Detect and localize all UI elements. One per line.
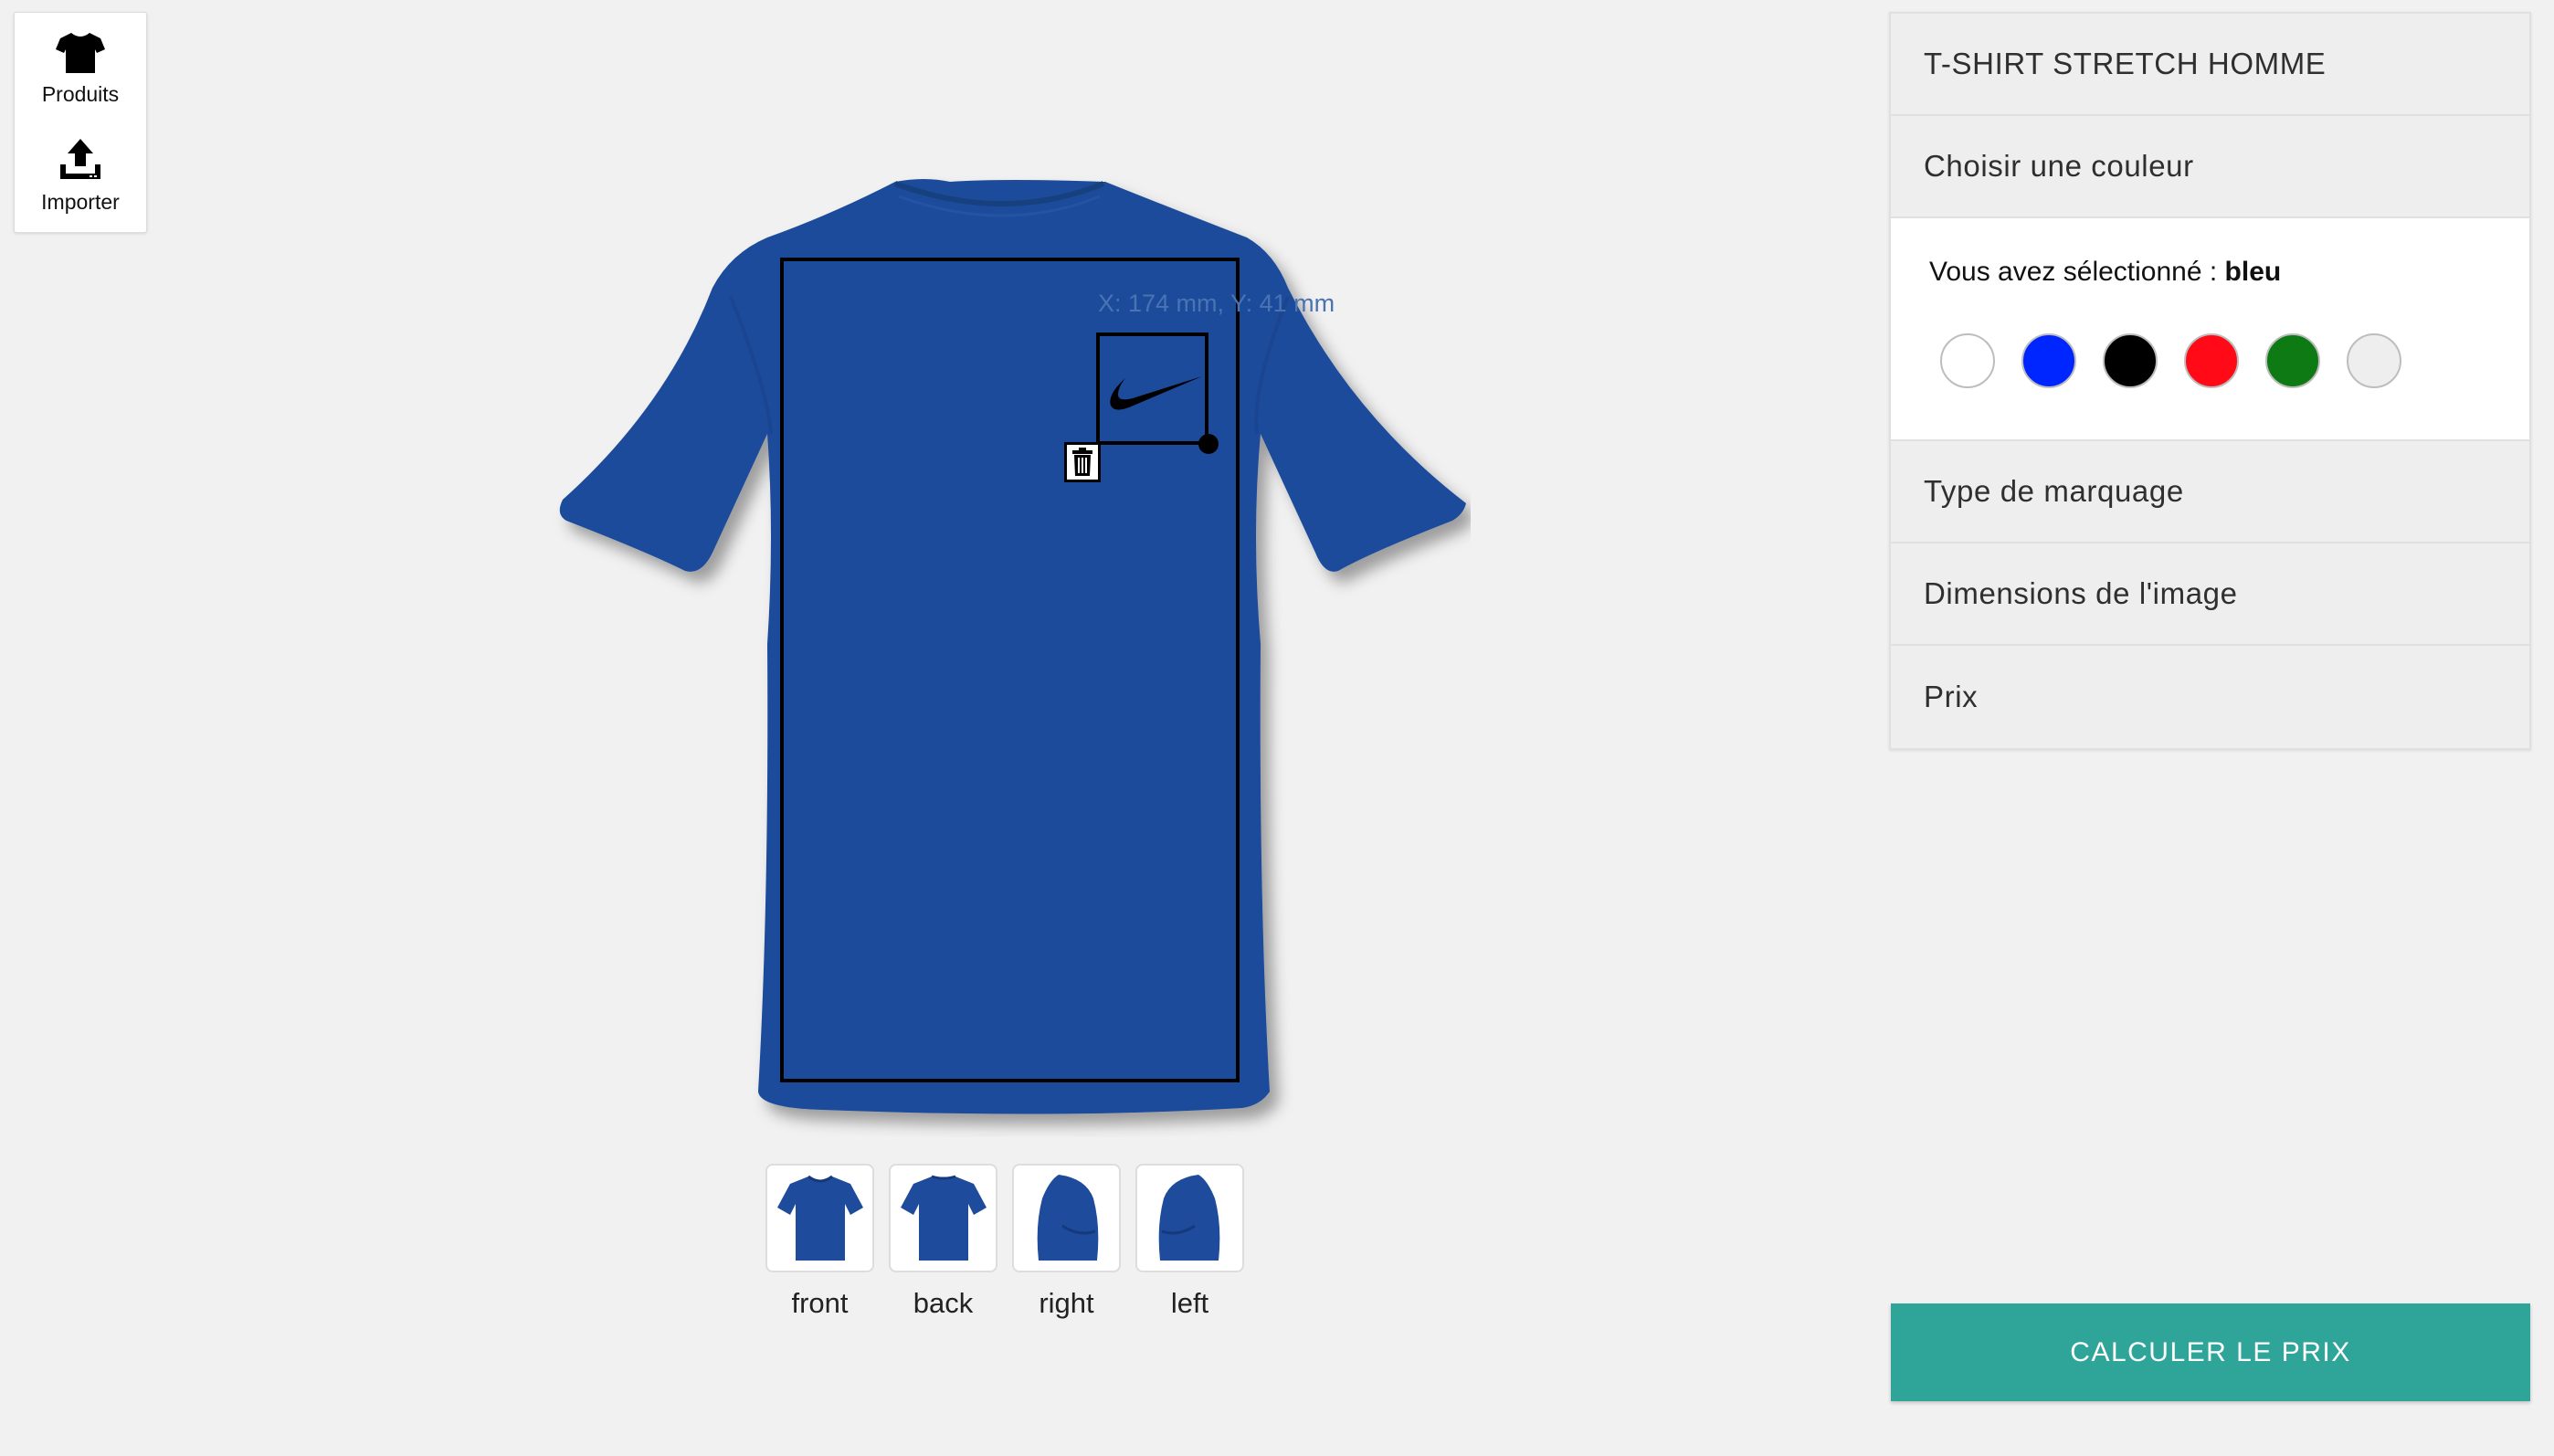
- view-front-label: front: [791, 1287, 849, 1319]
- logo-selection-box[interactable]: [1096, 332, 1208, 445]
- trash-icon: [1072, 448, 1092, 476]
- tool-sidebar: Produits Importer: [14, 12, 147, 233]
- view-left-thumbnail[interactable]: [1135, 1164, 1244, 1272]
- logo-position-label: X: 174 mm, Y: 41 mm: [1098, 290, 1335, 317]
- swatch-red[interactable]: [2184, 333, 2239, 388]
- selected-color-value: bleu: [2224, 257, 2282, 287]
- swatch-black[interactable]: [2103, 333, 2158, 388]
- tshirt-right-icon: [1037, 1174, 1098, 1261]
- product-title[interactable]: T-SHIRT STRETCH HOMME: [1891, 14, 2529, 116]
- options-panel: T-SHIRT STRETCH HOMME Choisir une couleu…: [1889, 12, 2531, 750]
- view-back-thumbnail[interactable]: [889, 1164, 997, 1272]
- view-left-label: left: [1170, 1287, 1209, 1319]
- swatch-blue[interactable]: [2021, 333, 2076, 388]
- swatch-white[interactable]: [1940, 333, 1995, 388]
- view-back-label: back: [913, 1287, 974, 1319]
- price-header[interactable]: Prix: [1891, 646, 2529, 748]
- import-tool-button[interactable]: Importer: [15, 137, 146, 215]
- view-back[interactable]: back: [889, 1164, 997, 1320]
- view-selector: front back right left: [765, 1164, 1244, 1320]
- color-picker-section: Vous avez sélectionné : bleu: [1891, 218, 2529, 441]
- image-dimensions-header[interactable]: Dimensions de l'image: [1891, 543, 2529, 646]
- marking-type-header[interactable]: Type de marquage: [1891, 441, 2529, 543]
- view-right-thumbnail[interactable]: [1012, 1164, 1121, 1272]
- view-right-label: right: [1039, 1287, 1094, 1319]
- view-front[interactable]: front: [765, 1164, 874, 1320]
- products-tool-button[interactable]: Produits: [15, 29, 146, 107]
- tshirt-front-icon: [776, 1175, 863, 1261]
- tshirt-icon: [56, 33, 105, 73]
- selected-color-prefix: Vous avez sélectionné :: [1929, 257, 2225, 287]
- view-front-thumbnail[interactable]: [765, 1164, 874, 1272]
- calculate-price-button[interactable]: CALCULER LE PRIX: [1891, 1303, 2530, 1401]
- delete-logo-button[interactable]: [1064, 442, 1101, 482]
- choose-color-header[interactable]: Choisir une couleur: [1891, 116, 2529, 218]
- resize-handle[interactable]: [1198, 434, 1219, 454]
- selected-color-text: Vous avez sélectionné : bleu: [1929, 257, 2281, 288]
- upload-icon: [60, 139, 100, 179]
- tshirt-left-icon: [1158, 1174, 1219, 1261]
- swatch-green[interactable]: [2265, 333, 2320, 388]
- tshirt-back-icon: [900, 1175, 987, 1261]
- design-canvas[interactable]: X: 174 mm, Y: 41 mm: [548, 169, 1471, 1137]
- products-tool-label: Produits: [41, 82, 120, 106]
- swoosh-icon: [1110, 376, 1202, 410]
- color-swatches: [1940, 333, 2401, 388]
- swatch-light-grey[interactable]: [2347, 333, 2401, 388]
- import-tool-label: Importer: [41, 190, 120, 214]
- view-right[interactable]: right: [1012, 1164, 1121, 1320]
- view-left[interactable]: left: [1135, 1164, 1244, 1320]
